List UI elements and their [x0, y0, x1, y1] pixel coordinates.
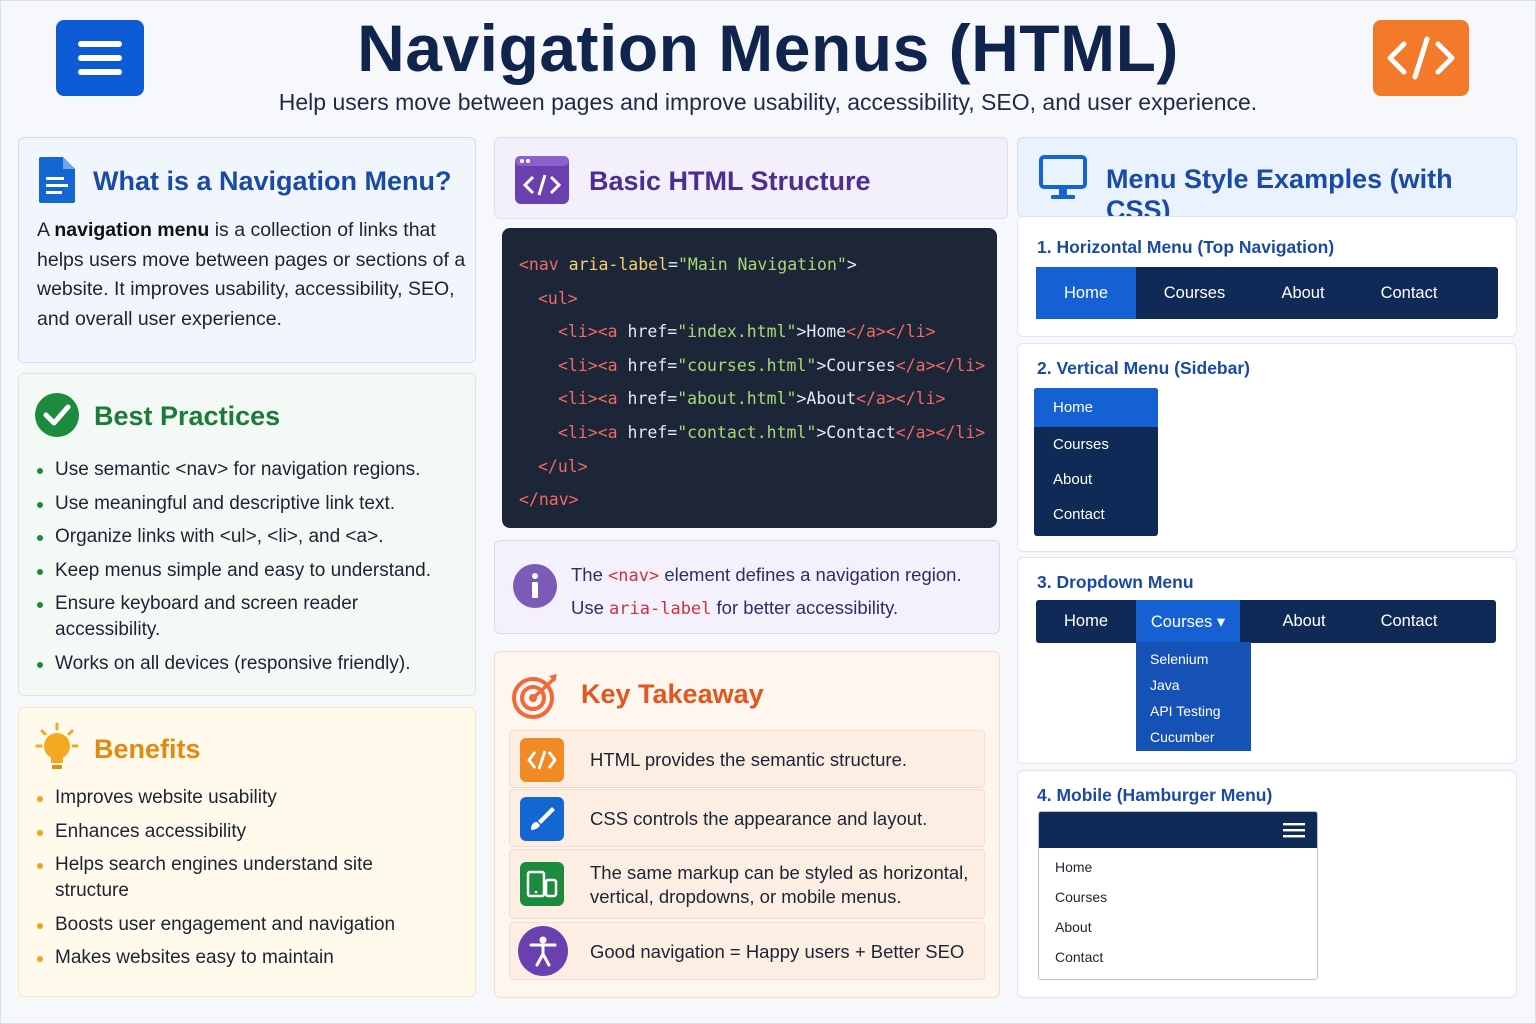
code-window-icon [514, 155, 570, 205]
code-block: <nav aria-label="Main Navigation"> <ul> … [502, 228, 997, 528]
nav-item-home[interactable]: Home [1034, 388, 1158, 427]
list-item: Works on all devices (responsive friendl… [35, 651, 465, 677]
info-card: The <nav> element defines a navigation r… [494, 540, 1000, 634]
code-line: <li><a href="about.html">About</a></li> [558, 389, 946, 409]
nav-item-contact[interactable]: Contact [1353, 267, 1465, 319]
code-line: <li><a href="contact.html">Contact</a></… [558, 422, 986, 442]
hamburger-icon[interactable] [1283, 821, 1305, 844]
code-icon [520, 738, 564, 782]
nav-item-contact[interactable]: Contact [1368, 600, 1450, 643]
takeaway-row: The same markup can be styled as horizon… [509, 849, 985, 919]
key-takeaway-title: Key Takeaway [581, 679, 764, 709]
list-item: Use meaningful and descriptive link text… [35, 491, 465, 517]
list-item: Helps search engines understand site str… [35, 852, 435, 904]
vertical-menu-card: 2. Vertical Menu (Sidebar) Home Courses … [1017, 343, 1517, 552]
menu-styles-card: Menu Style Examples (with CSS) [1017, 137, 1517, 217]
nav-item-about[interactable]: About [1039, 912, 1317, 942]
code-line: <li><a href="index.html">Home</a></li> [558, 322, 936, 342]
mobile-nav-bar [1039, 812, 1317, 848]
mobile-nav: Home Courses About Contact [1038, 811, 1318, 980]
nav-item-home[interactable]: Home [1039, 852, 1317, 882]
benefits-list: Improves website usability Enhances acce… [35, 785, 435, 979]
nav-item-contact[interactable]: Contact [1034, 497, 1158, 532]
dropdown-item-api-testing[interactable]: API Testing [1136, 698, 1251, 724]
nav-item-courses[interactable]: Courses ▾ [1136, 600, 1240, 643]
dropdown-nav: Home Courses ▾ About Contact [1036, 600, 1496, 643]
nav-item-about[interactable]: About [1253, 267, 1353, 319]
devices-icon [520, 862, 564, 906]
takeaway-text: The same markup can be styled as horizon… [590, 862, 969, 907]
list-item: Ensure keyboard and screen reader access… [35, 591, 465, 643]
mobile-menu-title: 4. Mobile (Hamburger Menu) [1037, 785, 1273, 805]
nav-item-courses[interactable]: Courses [1034, 427, 1158, 462]
html-structure-card: Basic HTML Structure [494, 137, 1008, 219]
nav-item-about[interactable]: About [1034, 462, 1158, 497]
nav-item-about[interactable]: About [1240, 600, 1368, 643]
benefits-card: Benefits Improves website usability Enha… [18, 707, 476, 997]
nav-item-contact[interactable]: Contact [1039, 942, 1317, 972]
info-icon [512, 563, 558, 609]
monitor-icon [1039, 154, 1087, 202]
dropdown-item-java[interactable]: Java [1136, 672, 1251, 698]
dropdown-item-selenium[interactable]: Selenium [1136, 646, 1251, 672]
list-item: Keep menus simple and easy to understand… [35, 558, 465, 584]
page-subtitle: Help users move between pages and improv… [278, 89, 1258, 115]
benefits-title: Benefits [94, 734, 201, 764]
list-item: Use semantic <nav> for navigation region… [35, 457, 465, 483]
page-title: Navigation Menus (HTML) [357, 11, 1179, 85]
dropdown-item-cucumber[interactable]: Cucumber [1136, 724, 1251, 750]
horizontal-menu-title: 1. Horizontal Menu (Top Navigation) [1037, 237, 1335, 257]
target-icon [511, 672, 561, 720]
mobile-menu-card: 4. Mobile (Hamburger Menu) Home Courses … [1017, 770, 1517, 998]
horizontal-nav: Home Courses About Contact [1036, 267, 1498, 319]
takeaway-text: CSS controls the appearance and layout. [590, 808, 928, 829]
takeaway-row: HTML provides the semantic structure. [509, 730, 985, 788]
menu-styles-title: Menu Style Examples (with CSS) [1106, 164, 1453, 217]
code-line: </ul> [538, 456, 588, 476]
list-item: Makes websites easy to maintain [35, 945, 435, 971]
check-circle-icon [34, 392, 80, 438]
code-line: <nav aria-label="Main Navigation"> [519, 255, 857, 274]
html-structure-title: Basic HTML Structure [589, 166, 871, 196]
dropdown-panel: Selenium Java API Testing Cucumber [1136, 642, 1251, 751]
document-icon [35, 154, 79, 206]
takeaway-row: CSS controls the appearance and layout. [509, 789, 985, 847]
code-line: <ul> [538, 288, 578, 308]
takeaway-row: Good navigation = Happy users + Better S… [509, 922, 985, 980]
code-icon [1373, 20, 1469, 96]
list-item: Organize links with <ul>, <li>, and <a>. [35, 524, 465, 550]
best-practices-card: Best Practices Use semantic <nav> for na… [18, 373, 476, 696]
takeaway-text: HTML provides the semantic structure. [590, 749, 908, 770]
dropdown-menu-card: 3. Dropdown Menu Home Courses ▾ About Co… [1017, 557, 1517, 764]
best-practices-list: Use semantic <nav> for navigation region… [35, 457, 465, 684]
what-is-card: What is a Navigation Menu? A navigation … [18, 137, 476, 363]
accessibility-icon [518, 926, 568, 976]
code-line: </nav> [519, 490, 579, 510]
list-item: Improves website usability [35, 785, 435, 811]
takeaway-text: Good navigation = Happy users + Better S… [590, 941, 965, 962]
nav-item-courses[interactable]: Courses [1136, 267, 1253, 319]
nav-item-courses[interactable]: Courses [1039, 882, 1317, 912]
vertical-nav: Home Courses About Contact [1034, 388, 1158, 536]
brush-icon [520, 797, 564, 841]
info-text: The <nav> element defines a navigation r… [571, 564, 962, 619]
vertical-menu-title: 2. Vertical Menu (Sidebar) [1037, 358, 1250, 378]
best-practices-title: Best Practices [94, 401, 281, 431]
what-is-title: What is a Navigation Menu? [93, 166, 452, 196]
nav-item-home[interactable]: Home [1036, 267, 1136, 319]
key-takeaway-card: Key Takeaway HTML provides the semantic … [494, 651, 1000, 998]
list-item: Boosts user engagement and navigation [35, 912, 435, 938]
code-line: <li><a href="courses.html">Courses</a></… [558, 355, 986, 375]
dropdown-menu-title: 3. Dropdown Menu [1037, 572, 1194, 592]
lightbulb-icon [33, 722, 81, 774]
horizontal-menu-card: 1. Horizontal Menu (Top Navigation) Home… [1017, 216, 1517, 337]
list-item: Enhances accessibility [35, 819, 435, 845]
nav-item-home[interactable]: Home [1036, 600, 1136, 643]
what-is-text: A navigation menu is a collection of lin… [37, 219, 466, 330]
